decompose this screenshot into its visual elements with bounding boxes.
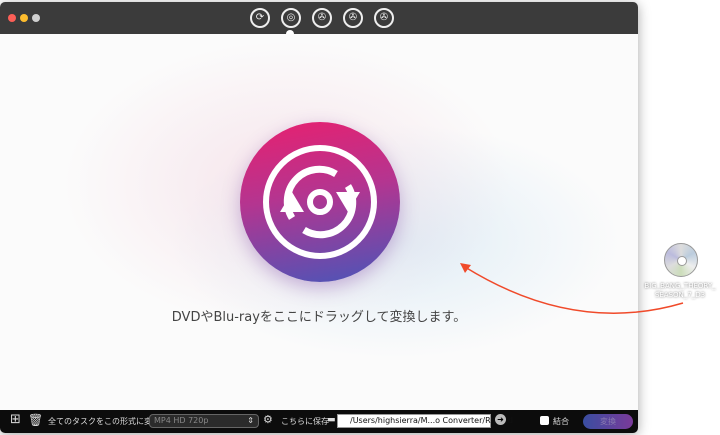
convert-all-label: 全てのタスクをこの形式に変換 (48, 417, 160, 426)
add-icon[interactable]: ⊞ (10, 413, 21, 427)
tab-film-download-icon[interactable]: ✇ (374, 8, 394, 28)
tab-dvd-rip-icon[interactable]: ◎ (281, 8, 301, 28)
tab-convert-icon[interactable]: ⟳ (250, 8, 270, 28)
chevron-updown-icon: ⇕ (247, 416, 254, 425)
trash-icon[interactable]: 🗑 (28, 413, 43, 427)
drop-area[interactable]: DVDやBlu-rayをここにドラッグして変換します。 (0, 34, 638, 410)
format-value: MP4 HD 720p (154, 416, 209, 425)
save-path-field[interactable]: /Users/highsierra/M...o Converter/Ripped (337, 414, 513, 428)
drag-arrow (460, 263, 684, 314)
convert-logo-icon (240, 122, 400, 282)
save-to-label: こちらに保存 (281, 417, 329, 426)
app-window: ⟳ ◎ ✇ ✇ ✇ DVDやBlu-rayをここにドラッグして変換します。 ⊞ … (0, 2, 638, 433)
merge-checkbox[interactable] (540, 416, 549, 425)
title-bar: ⟳ ◎ ✇ ✇ ✇ (0, 2, 638, 38)
format-select[interactable]: MP4 HD 720p ⇕ (149, 414, 259, 428)
tab-film-reel-icon[interactable]: ✇ (312, 8, 332, 28)
close-button[interactable] (8, 14, 16, 22)
merge-label: 結合 (553, 417, 569, 426)
minimize-button[interactable] (20, 14, 28, 22)
bottom-bar: ⊞ 🗑 全てのタスクをこの形式に変換 MP4 HD 720p ⇕ ⚙ こちらに保存… (0, 410, 638, 433)
convert-button[interactable]: 変換 (583, 414, 633, 429)
folder-icon[interactable]: ▬ (327, 415, 336, 425)
tab-film-edit-icon[interactable]: ✇ (343, 8, 363, 28)
zoom-button[interactable] (32, 14, 40, 22)
gear-icon[interactable]: ⚙ (263, 413, 273, 426)
open-folder-arrow-icon[interactable]: ➜ (495, 414, 506, 425)
